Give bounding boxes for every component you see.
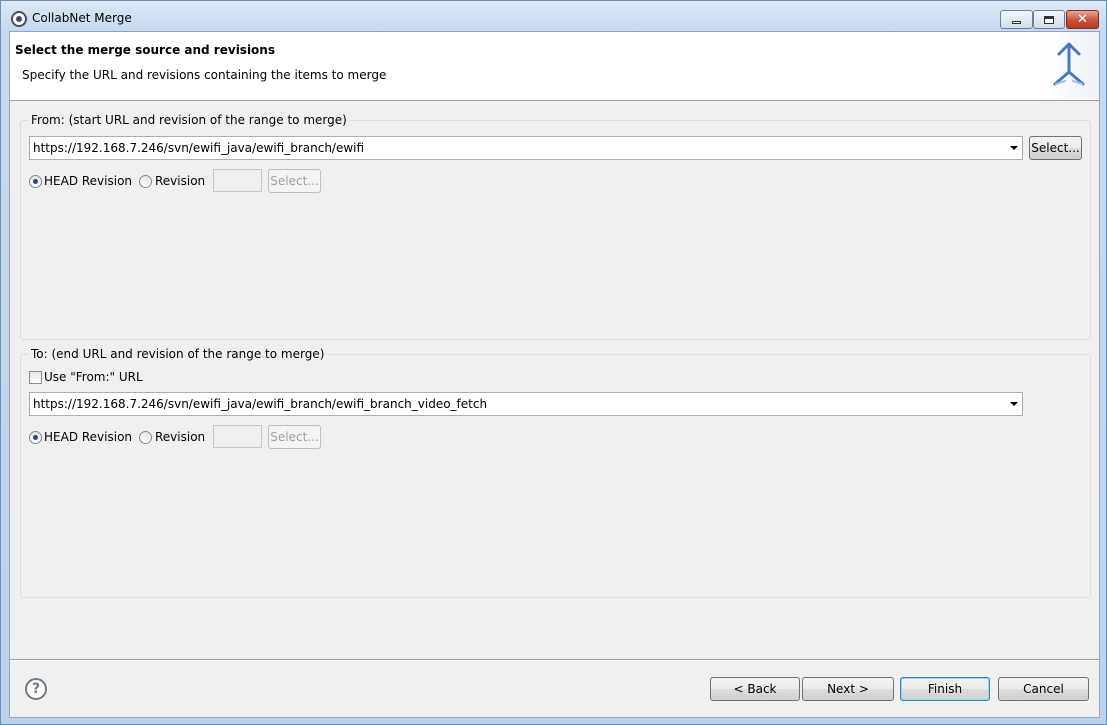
finish-button[interactable]: Finish (900, 677, 990, 701)
to-revision-radio[interactable] (139, 431, 152, 444)
footer-separator (10, 659, 1099, 661)
minimize-icon (1012, 21, 1021, 24)
dialog-client: Select the merge source and revisions Sp… (9, 31, 1100, 718)
help-icon[interactable]: ? (25, 678, 47, 700)
chevron-down-icon[interactable] (1010, 146, 1018, 150)
use-from-url-label[interactable]: Use "From:" URL (44, 370, 143, 384)
page-title: Select the merge source and revisions (15, 43, 275, 57)
close-button[interactable]: ✕ (1066, 10, 1099, 29)
to-revision-label[interactable]: Revision (155, 430, 205, 444)
from-revision-radio[interactable] (139, 175, 152, 188)
from-url-combo[interactable]: https://192.168.7.246/svn/ewifi_java/ewi… (29, 136, 1023, 160)
from-revision-label[interactable]: Revision (155, 174, 205, 188)
to-revision-input (213, 425, 262, 448)
maximize-icon (1044, 15, 1054, 24)
back-button[interactable]: < Back (710, 677, 800, 701)
from-url-select-button[interactable]: Select... (1029, 136, 1082, 160)
close-icon: ✕ (1077, 12, 1088, 27)
to-group: To: (end URL and revision of the range t… (20, 347, 1091, 598)
minimize-button[interactable] (1000, 10, 1033, 29)
page-description: Specify the URL and revisions containing… (22, 68, 387, 82)
from-head-revision-radio[interactable] (29, 175, 42, 188)
title-bar[interactable]: CollabNet Merge ✕ (1, 1, 1106, 33)
to-url-combo[interactable]: https://192.168.7.246/svn/ewifi_java/ewi… (29, 392, 1023, 416)
wizard-banner: Select the merge source and revisions Sp… (10, 32, 1099, 101)
maximize-button[interactable] (1033, 10, 1065, 29)
to-revision-select-button: Select... (268, 425, 321, 449)
from-revision-select-button: Select... (268, 169, 321, 193)
next-button[interactable]: Next > (802, 677, 894, 701)
from-head-revision-label[interactable]: HEAD Revision (44, 174, 132, 188)
eclipse-gear-icon (11, 11, 27, 27)
to-url-value: https://192.168.7.246/svn/ewifi_java/ewi… (33, 397, 488, 411)
from-legend: From: (start URL and revision of the ran… (29, 113, 349, 127)
chevron-down-icon[interactable] (1010, 402, 1018, 406)
to-head-revision-label[interactable]: HEAD Revision (44, 430, 132, 444)
from-group: From: (start URL and revision of the ran… (20, 113, 1091, 340)
dialog-window: CollabNet Merge ✕ Select the merge sourc… (0, 0, 1107, 725)
use-from-url-checkbox[interactable] (29, 371, 42, 384)
cancel-button[interactable]: Cancel (998, 677, 1089, 701)
from-url-value: https://192.168.7.246/svn/ewifi_java/ewi… (33, 141, 365, 155)
from-revision-input (213, 169, 262, 192)
window-title: CollabNet Merge (32, 11, 132, 25)
to-head-revision-radio[interactable] (29, 431, 42, 444)
to-legend: To: (end URL and revision of the range t… (29, 347, 327, 361)
merge-arrows-icon (1039, 32, 1099, 99)
